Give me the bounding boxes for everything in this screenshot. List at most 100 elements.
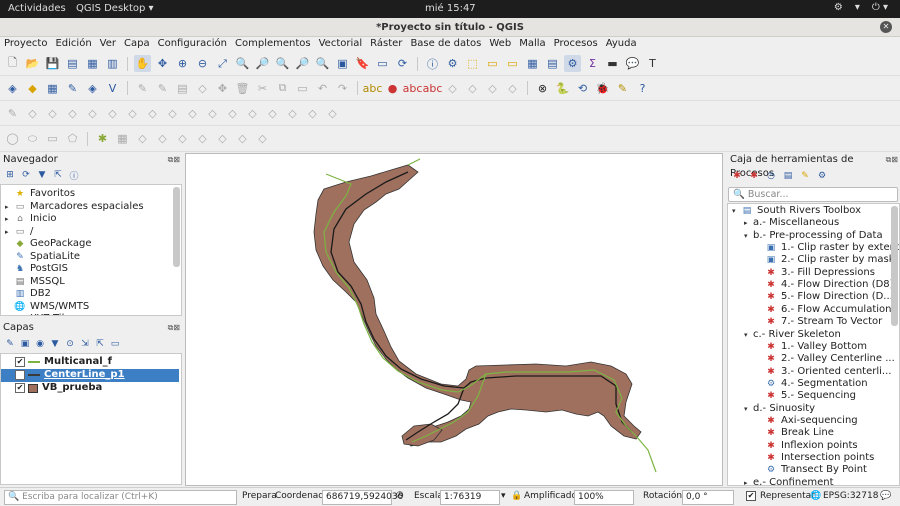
layer-style-icon[interactable]: ✎ (4, 338, 16, 350)
attribute-table-icon[interactable]: ▦ (524, 55, 541, 72)
rotation-input[interactable]: 0,0 ° (682, 490, 734, 505)
algorithm-item[interactable]: ✱ Axi-sequencing (756, 415, 857, 428)
app-menu[interactable]: QGIS Desktop ▾ (76, 3, 154, 14)
rotate-feature-icon[interactable]: ◇ (24, 105, 41, 122)
algorithm-item[interactable]: ✱ 3.- Oriented centerli... (756, 366, 891, 379)
add-wms-icon[interactable]: V (104, 80, 121, 97)
zoom-next-icon[interactable]: 🔍 (314, 55, 331, 72)
add-delimited-text-icon[interactable]: ✎ (64, 80, 81, 97)
new-project-icon[interactable]: 🗋 (4, 55, 21, 72)
label-style-icon[interactable]: ● (384, 80, 401, 97)
menu-edicion[interactable]: Edición (55, 37, 91, 52)
models-icon[interactable]: ✱ (731, 170, 743, 182)
data-source-manager-icon[interactable]: ◈ (4, 80, 21, 97)
manage-visibility-icon[interactable]: ◉ (34, 338, 46, 350)
node-tool-icon[interactable]: ◇ (154, 130, 171, 147)
zoom-last-icon[interactable]: 🔎 (294, 55, 311, 72)
rotate-symbols-icon[interactable]: ◇ (284, 105, 301, 122)
plugin-refresh-icon[interactable]: ⟲ (574, 80, 591, 97)
current-edits-icon[interactable]: ✎ (154, 80, 171, 97)
volume-icon[interactable]: ▾ (855, 2, 860, 13)
menu-web[interactable]: Web (489, 37, 511, 52)
browser-item[interactable]: ▦ XYZ Tiles (5, 313, 76, 315)
plugin-wand-icon[interactable]: ✎ (614, 80, 631, 97)
refresh-icon[interactable]: ⟳ (20, 169, 32, 181)
vertex-tool-icon[interactable]: ✥ (214, 80, 231, 97)
add-part-icon[interactable]: ◇ (84, 105, 101, 122)
cut-icon[interactable]: ✂ (254, 80, 271, 97)
browser-scrollbar[interactable] (173, 187, 180, 267)
copy-icon[interactable]: ⧉ (274, 80, 291, 97)
extent-toggle-icon[interactable]: ✇ (396, 491, 404, 501)
layer-visibility-checkbox[interactable]: ✔ (15, 370, 25, 381)
expand-arrow-icon[interactable]: ▸ (5, 201, 14, 214)
add-ellipse-icon[interactable]: ⬭ (24, 130, 41, 147)
algorithm-item[interactable]: ✱ 1.- Valley Bottom (756, 341, 867, 354)
paste-icon[interactable]: ▭ (294, 80, 311, 97)
toolbox-scrollbar[interactable] (891, 206, 898, 326)
map-tips-icon[interactable]: 💬 (624, 55, 641, 72)
toolbox-search-input[interactable]: 🔍 Buscar... (728, 187, 898, 202)
valley-bottom-polygon-lower[interactable] (401, 423, 443, 447)
clock[interactable]: mié 15:47 (425, 3, 476, 14)
crs-globe-icon[interactable]: 🌐 (810, 491, 821, 501)
layer-item[interactable]: ✔ VB_prueba (1, 382, 179, 395)
menu-raster[interactable]: Ráster (370, 37, 402, 52)
expand-arrow-icon[interactable]: ▸ (744, 217, 753, 230)
provider-group[interactable]: ▾ d.- Sinuosity (744, 403, 815, 416)
coordinate-input[interactable]: 686719,5924030 (322, 490, 403, 505)
browser-item[interactable]: ♞ PostGIS (5, 263, 68, 276)
algorithm-item[interactable]: ⚙ Transect By Point (756, 464, 867, 477)
expand-all-icon[interactable]: ⇲ (79, 338, 91, 350)
browser-item[interactable]: ◆ GeoPackage (5, 238, 92, 251)
label-show-icon[interactable]: ◇ (504, 80, 521, 97)
zoom-in-icon[interactable]: ⊕ (174, 55, 191, 72)
toggle-editing-icon[interactable]: ✎ (134, 80, 151, 97)
layout-manager-icon[interactable]: ▥ (104, 55, 121, 72)
processing-history-icon[interactable]: ✱ (94, 130, 111, 147)
network-icon[interactable]: ⚙ (834, 2, 843, 13)
provider-group[interactable]: ▾ ▤ South Rivers Toolbox (732, 205, 861, 218)
add-vector-layer-icon[interactable]: ◆ (24, 80, 41, 97)
browser-item[interactable]: ★ Favoritos (5, 188, 75, 201)
merge-features-icon[interactable]: ◇ (244, 105, 261, 122)
layer-visibility-checkbox[interactable]: ✔ (15, 383, 25, 394)
activities-button[interactable]: Actividades (8, 3, 66, 14)
browser-item[interactable]: ▤ MSSQL (5, 276, 65, 289)
statistics-icon[interactable]: Σ (584, 55, 601, 72)
label-pin-icon[interactable]: abc (403, 80, 423, 97)
pan-to-selection-icon[interactable]: ✥ (154, 55, 171, 72)
provider-group[interactable]: ▸ a.- Miscellaneous (744, 217, 839, 230)
algorithm-item[interactable]: ✱ 4.- Flow Direction (D8) (756, 279, 893, 292)
measure-area-icon[interactable]: ◇ (234, 130, 251, 147)
expand-arrow-icon[interactable]: ▸ (5, 226, 14, 239)
provider-group[interactable]: ▾ b.- Pre-processing of Data (744, 230, 883, 243)
lock-scale-icon[interactable]: 🔒 (511, 491, 522, 501)
algorithm-item[interactable]: ✱ 6.- Flow Accumulation (756, 304, 891, 317)
scale-dropdown-icon[interactable]: ▾ (501, 491, 506, 501)
filter-legend-icon[interactable]: ▼ (49, 338, 61, 350)
add-polygon-icon[interactable]: ⬠ (64, 130, 81, 147)
algorithm-item[interactable]: ✱ Inflexion points (756, 440, 857, 453)
expand-arrow-icon[interactable]: ▾ (744, 230, 753, 243)
label-toolbar-icon[interactable]: abc (363, 80, 383, 97)
algorithm-item[interactable]: ✱ 2.- Valley Centerline ... (756, 353, 895, 366)
algorithm-item[interactable]: ▣ 1.- Clip raster by extent (756, 242, 899, 255)
label-rotate-icon[interactable]: ◇ (464, 80, 481, 97)
browser-item[interactable]: ▸ ▭ Marcadores espaciales (5, 201, 144, 214)
delete-ring-icon[interactable]: ◇ (124, 105, 141, 122)
fill-ring-icon[interactable]: ◇ (104, 105, 121, 122)
crs-label[interactable]: EPSG:32718 (823, 491, 878, 501)
valley-bottom-polygon[interactable] (313, 164, 642, 447)
select-by-location-icon[interactable]: ◇ (174, 130, 191, 147)
toolbox-icon[interactable]: ⚙ (564, 55, 581, 72)
select-features-icon[interactable]: ⬚ (464, 55, 481, 72)
menu-procesos[interactable]: Procesos (554, 37, 598, 52)
scale-input[interactable]: 1:76319 (440, 490, 500, 505)
algorithm-item[interactable]: ✱ 7.- Stream To Vector (756, 316, 882, 329)
layer-item[interactable]: ✔ Multicanal_f (1, 356, 179, 369)
measure-angle-icon[interactable]: ◇ (214, 130, 231, 147)
layer-item[interactable]: ✔ CenterLine_p1 (1, 369, 179, 382)
menu-complementos[interactable]: Complementos (235, 37, 311, 52)
label-diagram-icon[interactable]: abc (423, 80, 443, 97)
